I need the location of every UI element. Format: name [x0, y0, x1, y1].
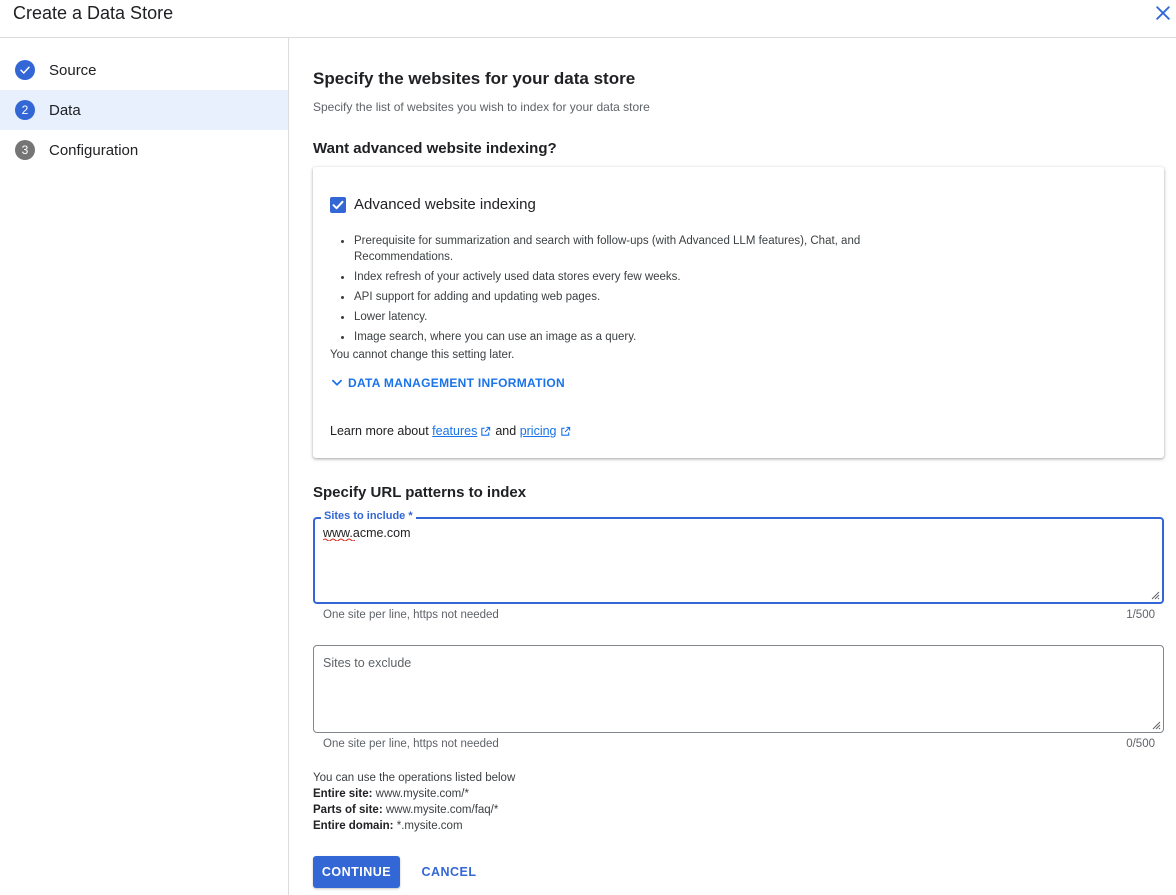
step-source[interactable]: Source [0, 50, 288, 90]
sites-include-label: Sites to include * [321, 510, 416, 522]
operation-parts-of-site: Parts of site: www.mysite.com/faq/* [313, 804, 499, 816]
step-label: Source [49, 61, 97, 79]
external-link-icon [481, 426, 491, 436]
sites-include-count: 1/500 [1126, 609, 1155, 621]
cancel-button[interactable]: CANCEL [413, 856, 485, 888]
learn-more-line: Learn more about features and pricing [330, 424, 575, 438]
data-management-toggle[interactable]: DATA MANAGEMENT INFORMATION [330, 376, 565, 390]
page-title: Specify the websites for your data store [313, 69, 636, 88]
chevron-down-icon [332, 379, 342, 386]
step-number-badge: 2 [15, 100, 35, 120]
features-link[interactable]: features [432, 424, 477, 438]
sites-exclude-count: 0/500 [1126, 738, 1155, 750]
advanced-indexing-benefits: Prerequisite for summarization and searc… [341, 233, 914, 349]
close-icon[interactable] [1153, 3, 1173, 23]
sites-exclude-hint: One site per line, https not needed [323, 738, 499, 750]
dialog-title: Create a Data Store [13, 3, 174, 23]
list-item: Prerequisite for summarization and searc… [341, 233, 914, 265]
sites-include-input[interactable]: www.acme.com [323, 526, 1149, 596]
operations-help: You can use the operations listed below … [313, 770, 515, 834]
advanced-indexing-heading: Want advanced website indexing? [313, 140, 557, 157]
list-item: Image search, where you can use an image… [341, 329, 914, 345]
advanced-indexing-checkbox[interactable] [330, 197, 346, 213]
checkmark-icon [332, 200, 344, 210]
check-circle-icon [15, 60, 35, 80]
step-label: Data [49, 101, 81, 119]
spellcheck-underline [323, 538, 355, 541]
resize-handle-icon[interactable] [1151, 720, 1161, 730]
resize-handle-icon[interactable] [1150, 590, 1160, 600]
sites-exclude-input[interactable] [323, 656, 1149, 726]
list-item: Lower latency. [341, 309, 914, 325]
page-subtitle: Specify the list of websites you wish to… [313, 100, 650, 114]
sites-exclude-field [313, 645, 1164, 733]
data-management-label: DATA MANAGEMENT INFORMATION [348, 376, 565, 390]
url-patterns-heading: Specify URL patterns to index [313, 484, 527, 501]
external-link-icon [560, 426, 570, 436]
dialog-header: Create a Data Store [0, 0, 1176, 38]
and-text: and [495, 424, 517, 438]
setting-note: You cannot change this setting later. [330, 349, 515, 361]
operation-entire-site: Entire site: www.mysite.com/* [313, 788, 469, 800]
advanced-indexing-label[interactable]: Advanced website indexing [354, 196, 536, 213]
operation-entire-domain: Entire domain: *.mysite.com [313, 820, 463, 832]
advanced-indexing-card: Advanced website indexing Prerequisite f… [313, 167, 1164, 458]
stepper-sidebar: Source 2 Data 3 Configuration [0, 38, 289, 895]
learn-more-text: Learn more about [330, 424, 429, 438]
continue-button[interactable]: CONTINUE [313, 856, 400, 888]
sites-include-hint: One site per line, https not needed [323, 609, 499, 621]
step-configuration[interactable]: 3 Configuration [0, 130, 288, 170]
pricing-link[interactable]: pricing [520, 424, 557, 438]
step-data[interactable]: 2 Data [0, 90, 288, 130]
step-label: Configuration [49, 141, 139, 159]
sites-include-field: Sites to include * www.acme.com [313, 510, 1164, 604]
list-item: Index refresh of your actively used data… [341, 269, 914, 285]
list-item: API support for adding and updating web … [341, 289, 914, 305]
operations-intro: You can use the operations listed below [313, 772, 516, 784]
step-number-badge: 3 [15, 140, 35, 160]
